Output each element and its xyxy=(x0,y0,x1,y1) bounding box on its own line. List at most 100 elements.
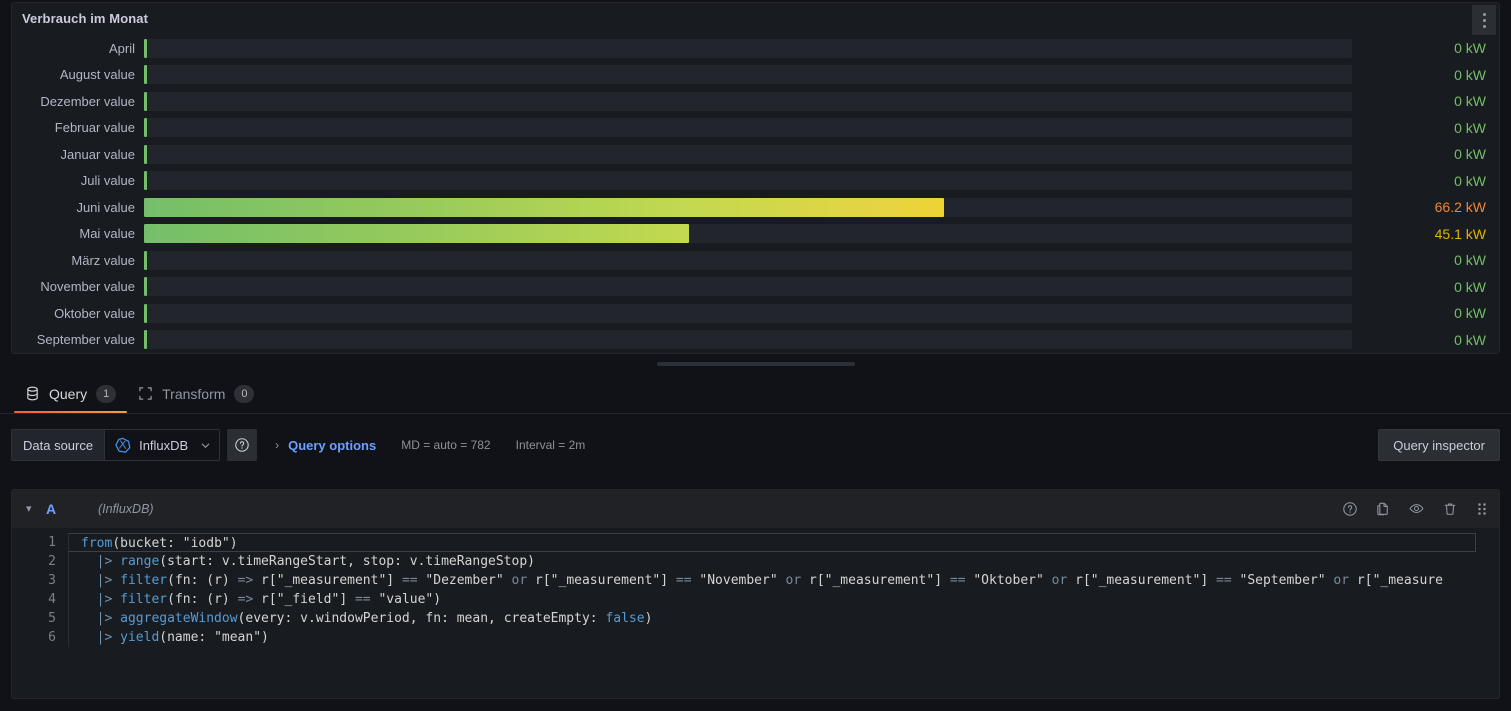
bar-gauge-row: März value 0 kW xyxy=(14,247,1497,274)
bar-gauge-track xyxy=(144,250,1352,270)
bar-gauge-row: Mai value 45.1 kW xyxy=(14,221,1497,248)
code-line[interactable]: 3 |> filter(fn: (r) => r["_measurement"]… xyxy=(12,571,1499,590)
collapse-query-caret-icon[interactable]: ▾ xyxy=(26,502,46,515)
bar-gauge-row-value: 45.1 kW xyxy=(1434,225,1486,242)
query-options-toggle[interactable]: › Query options MD = auto = 782 Interval… xyxy=(275,438,585,453)
query-editor-card: ▾ A (InfluxDB) 1 from(bucket: "iodb") 2 … xyxy=(11,489,1500,699)
code-line-text: |> aggregateWindow(every: v.windowPeriod… xyxy=(68,609,1499,628)
transform-icon xyxy=(139,387,152,400)
code-line-number: 5 xyxy=(48,611,56,626)
code-line-text: from(bucket: "iodb") xyxy=(68,533,1476,552)
bar-gauge-track xyxy=(144,65,1352,85)
code-line-text: |> range(start: v.timeRangeStart, stop: … xyxy=(68,552,1499,571)
bar-gauge-row: Februar value 0 kW xyxy=(14,115,1497,142)
code-line[interactable]: 2 |> range(start: v.timeRangeStart, stop… xyxy=(12,552,1499,571)
bar-gauge-row-label: Februar value xyxy=(54,120,135,136)
trash-icon[interactable] xyxy=(1442,501,1458,517)
bar-gauge-track xyxy=(144,277,1352,297)
bar-gauge-row: Dezember value 0 kW xyxy=(14,88,1497,115)
code-line-text: |> yield(name: "mean") xyxy=(68,628,1499,647)
bar-gauge-row: Juli value 0 kW xyxy=(14,168,1497,195)
datasource-name: InfluxDB xyxy=(139,437,189,453)
bar-gauge-row: Januar value 0 kW xyxy=(14,141,1497,168)
bar-gauge-row: August value 0 kW xyxy=(14,62,1497,89)
bar-gauge-row-label: Dezember value xyxy=(40,93,135,109)
bar-gauge-fill xyxy=(144,277,147,297)
bar-gauge-row: Juni value 66.2 kW xyxy=(14,194,1497,221)
tab-transform[interactable]: Transform 0 xyxy=(127,374,265,413)
bar-gauge-row-value: 0 kW xyxy=(1454,252,1486,269)
bar-gauge-row-value: 0 kW xyxy=(1454,172,1486,189)
tab-query[interactable]: Query 1 xyxy=(14,374,128,413)
bar-gauge-row-value: 0 kW xyxy=(1454,305,1486,322)
code-line-number: 4 xyxy=(48,592,56,607)
bar-gauge-row-label: Januar value xyxy=(60,146,135,162)
bar-gauge-row-label: September value xyxy=(36,332,135,348)
code-line-number: 3 xyxy=(48,573,56,588)
bar-gauge-row-value: 66.2 kW xyxy=(1434,199,1486,216)
query-datasource-note: (InfluxDB) xyxy=(98,501,154,516)
interval-value: Interval = 2m xyxy=(515,438,586,452)
eye-icon[interactable] xyxy=(1408,500,1425,517)
help-circle-icon[interactable] xyxy=(1342,501,1358,517)
bar-gauge-fill xyxy=(144,330,147,350)
bar-gauge-row-label: August value xyxy=(59,67,135,83)
bar-gauge-fill xyxy=(144,224,689,244)
database-icon xyxy=(27,386,38,401)
bar-gauge-row-value: 0 kW xyxy=(1454,66,1486,83)
bar-gauge-row-label: April xyxy=(108,40,135,56)
code-line[interactable]: 1 from(bucket: "iodb") xyxy=(12,533,1499,552)
bar-gauge-row: September value 0 kW xyxy=(14,327,1497,354)
query-ref-id[interactable]: A xyxy=(46,501,98,517)
bar-gauge-fill xyxy=(144,303,147,323)
bar-gauge-row: Oktober value 0 kW xyxy=(14,300,1497,327)
bar-gauge-row: April 0 kW xyxy=(14,35,1497,62)
code-line-number: 6 xyxy=(48,630,56,645)
bar-gauge-fill xyxy=(144,197,944,217)
bar-gauge-row-value: 0 kW xyxy=(1454,119,1486,136)
chevron-right-icon: › xyxy=(275,438,280,452)
panel-resize-handle[interactable] xyxy=(0,356,1511,372)
code-line-text: |> filter(fn: (r) => r["_measurement"] =… xyxy=(68,571,1499,590)
bar-gauge-fill xyxy=(144,144,147,164)
bar-gauge-track xyxy=(144,303,1352,323)
bar-gauge-fill xyxy=(144,250,147,270)
bar-gauge-fill xyxy=(144,171,147,191)
bar-gauge-panel: Verbrauch im Monat April 0 kW August value… xyxy=(11,2,1500,354)
kebab-menu-icon[interactable] xyxy=(1472,5,1496,35)
datasource-row: Data source InfluxDB › Query options MD … xyxy=(0,427,1511,463)
help-circle-icon xyxy=(235,438,249,452)
bar-gauge-track xyxy=(144,224,1352,244)
datasource-help-button[interactable] xyxy=(227,429,258,461)
bar-gauge-row-value: 0 kW xyxy=(1454,146,1486,163)
bar-gauge-row-value: 0 kW xyxy=(1454,331,1486,348)
panel-header: Verbrauch im Monat xyxy=(12,3,1499,35)
code-line[interactable]: 4 |> filter(fn: (r) => r["_field"] == "v… xyxy=(12,590,1499,609)
code-line-number: 1 xyxy=(48,535,56,550)
query-actions xyxy=(1342,500,1489,517)
datasource-label: Data source xyxy=(11,429,105,461)
chevron-down-icon xyxy=(201,443,210,448)
code-line[interactable]: 5 |> aggregateWindow(every: v.windowPeri… xyxy=(12,609,1499,628)
datasource-picker[interactable]: InfluxDB xyxy=(104,429,221,461)
bar-gauge-fill xyxy=(144,65,147,85)
bar-gauge-track xyxy=(144,118,1352,138)
tab-query-label: Query xyxy=(49,385,88,402)
bar-gauge-fill xyxy=(144,38,147,58)
bar-gauge-row: November value 0 kW xyxy=(14,274,1497,301)
bar-gauge-row-value: 0 kW xyxy=(1454,40,1486,57)
flux-code-editor[interactable]: 1 from(bucket: "iodb") 2 |> range(start: v… xyxy=(12,528,1499,647)
copy-icon[interactable] xyxy=(1375,501,1391,517)
bar-gauge-row-label: November value xyxy=(40,279,135,295)
bar-gauge-row-label: Juli value xyxy=(80,173,135,189)
code-line[interactable]: 6 |> yield(name: "mean") xyxy=(12,628,1499,647)
query-options-label: Query options xyxy=(288,437,377,453)
bar-gauge-fill xyxy=(144,91,147,111)
tab-transform-badge: 0 xyxy=(234,384,255,403)
drag-handle-icon[interactable] xyxy=(1475,501,1489,517)
bar-gauge-row-label: Oktober value xyxy=(54,305,135,321)
query-editor-header: ▾ A (InfluxDB) xyxy=(12,490,1499,528)
bar-gauge-rows: April 0 kW August value 0 kW Dezember value 0… xyxy=(12,33,1499,359)
bar-gauge-track xyxy=(144,330,1352,350)
query-inspector-button[interactable]: Query inspector xyxy=(1378,429,1500,461)
